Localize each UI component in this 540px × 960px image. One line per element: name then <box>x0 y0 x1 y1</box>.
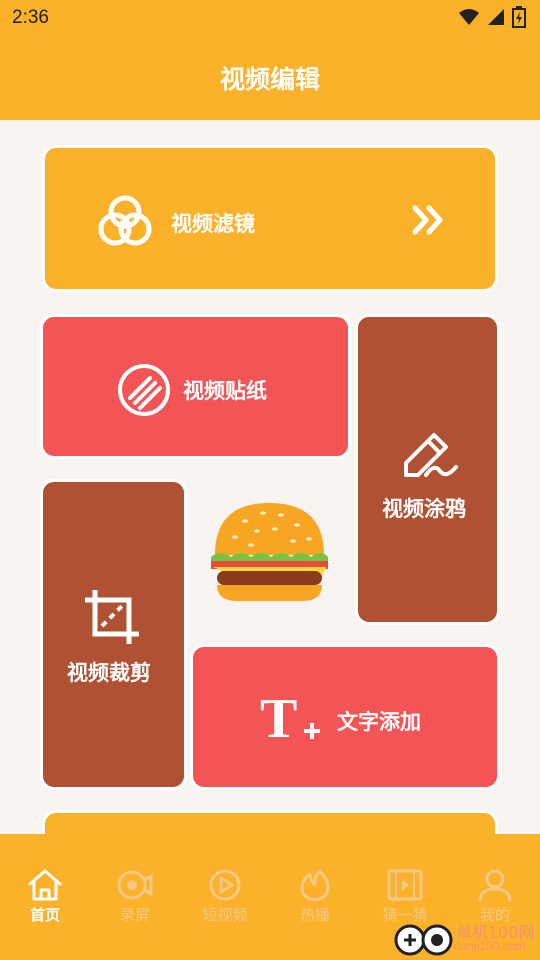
video-crop-card[interactable]: 视频裁剪 <box>40 479 187 790</box>
tab-home-label: 首页 <box>29 906 60 924</box>
page-title: 视频编辑 <box>219 65 320 94</box>
burger-icon <box>211 503 328 601</box>
video-sticker-label: 视频贴纸 <box>183 379 267 403</box>
screen-record-icon <box>117 870 153 900</box>
play-circle-icon <box>209 869 241 901</box>
flame-icon <box>300 869 330 902</box>
wifi-icon <box>459 9 479 25</box>
status-time: 2:36 <box>12 7 49 28</box>
app-bar: 视频编辑 <box>0 38 540 120</box>
battery-charging-icon <box>512 6 526 28</box>
video-filter-label: 视频滤镜 <box>171 212 255 236</box>
user-icon <box>478 869 512 902</box>
tab-hot-label: 热播 <box>299 906 330 924</box>
sticker-icon <box>118 364 170 416</box>
double-chevron-right-icon <box>412 205 443 235</box>
film-icon <box>387 869 423 901</box>
watermark: 单机100网 danji100.com <box>392 916 540 960</box>
text-add-label: 文字添加 <box>337 710 421 734</box>
video-doodle-card[interactable]: 视频涂鸦 <box>355 314 500 625</box>
video-sticker-card[interactable]: 视频贴纸 <box>40 314 351 459</box>
filter-circles-icon <box>98 195 152 246</box>
svg-text:T: T <box>260 691 297 747</box>
watermark-url: danji100.com <box>454 939 526 953</box>
text-add-card[interactable]: T 文字添加 <box>190 644 500 790</box>
watermark-logo-icon <box>394 924 453 956</box>
tab-hot[interactable]: 热播 <box>270 868 360 925</box>
status-icons <box>458 6 526 28</box>
tab-screen-record-label: 录屏 <box>119 906 150 924</box>
signal-icon <box>488 9 504 25</box>
crop-icon <box>85 590 139 644</box>
video-filter-card[interactable]: 视频滤镜 <box>42 145 498 292</box>
text-add-icon: T <box>260 691 320 747</box>
tab-home[interactable]: 首页 <box>0 868 90 925</box>
video-crop-label: 视频裁剪 <box>67 661 151 685</box>
video-doodle-label: 视频涂鸦 <box>382 497 466 521</box>
pencil-icon <box>404 433 458 477</box>
tab-short-video-label: 短视频 <box>202 906 248 924</box>
home-icon <box>28 869 62 901</box>
tab-screen-record[interactable]: 录屏 <box>90 868 180 925</box>
status-bar: 2:36 <box>0 0 540 38</box>
tab-short-video[interactable]: 短视频 <box>180 868 270 925</box>
